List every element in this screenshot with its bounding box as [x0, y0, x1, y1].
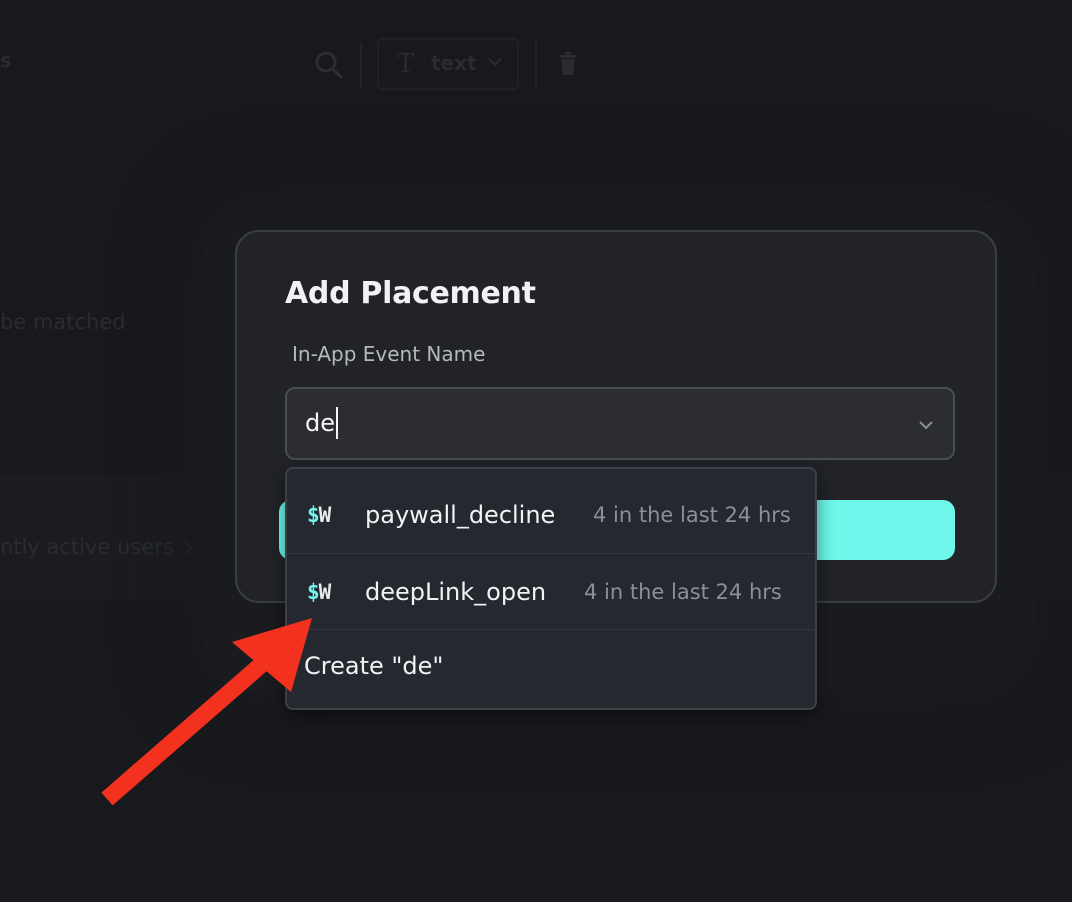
badge-dollar: $ [307, 503, 320, 527]
active-users-link[interactable]: ntly active users [0, 535, 174, 559]
event-name-combobox[interactable] [285, 387, 955, 460]
superwall-badge-icon: $W [307, 580, 332, 604]
text-type-label: text [431, 51, 477, 75]
rule-description: be matched [0, 310, 126, 334]
badge-letter: W [318, 503, 332, 527]
toolbar-label: s [0, 50, 12, 72]
option-meta: 4 in the last 24 hrs [593, 503, 791, 527]
badge-letter: W [318, 580, 332, 604]
dropdown-option-paywall-decline[interactable]: $W paywall_decline 4 in the last 24 hrs [287, 477, 815, 553]
text-caret [336, 407, 338, 439]
option-meta: 4 in the last 24 hrs [584, 580, 782, 604]
option-name: paywall_decline [365, 501, 556, 529]
dropdown-option-create[interactable]: Create "de" [287, 629, 815, 710]
superwall-badge-icon: $W [307, 503, 332, 527]
text-type-icon: T [397, 49, 415, 79]
create-option-label: Create "de" [304, 652, 444, 680]
event-suggestions-dropdown: $W paywall_decline 4 in the last 24 hrs … [285, 467, 817, 710]
chevron-right-icon [184, 541, 193, 555]
dropdown-option-deeplink-open[interactable]: $W deepLink_open 4 in the last 24 hrs [287, 553, 815, 630]
toolbar-divider [360, 42, 362, 88]
chevron-down-icon[interactable] [917, 416, 935, 434]
option-name: deepLink_open [365, 578, 547, 606]
search-icon[interactable] [314, 50, 344, 80]
text-type-select[interactable]: T text [377, 38, 519, 90]
event-name-input[interactable] [305, 409, 865, 437]
chevron-down-icon [488, 58, 502, 67]
event-name-label: In-App Event Name [292, 342, 486, 366]
toolbar-divider [535, 42, 537, 88]
trash-icon[interactable] [556, 52, 580, 76]
badge-dollar: $ [307, 580, 320, 604]
modal-title: Add Placement [285, 276, 536, 311]
